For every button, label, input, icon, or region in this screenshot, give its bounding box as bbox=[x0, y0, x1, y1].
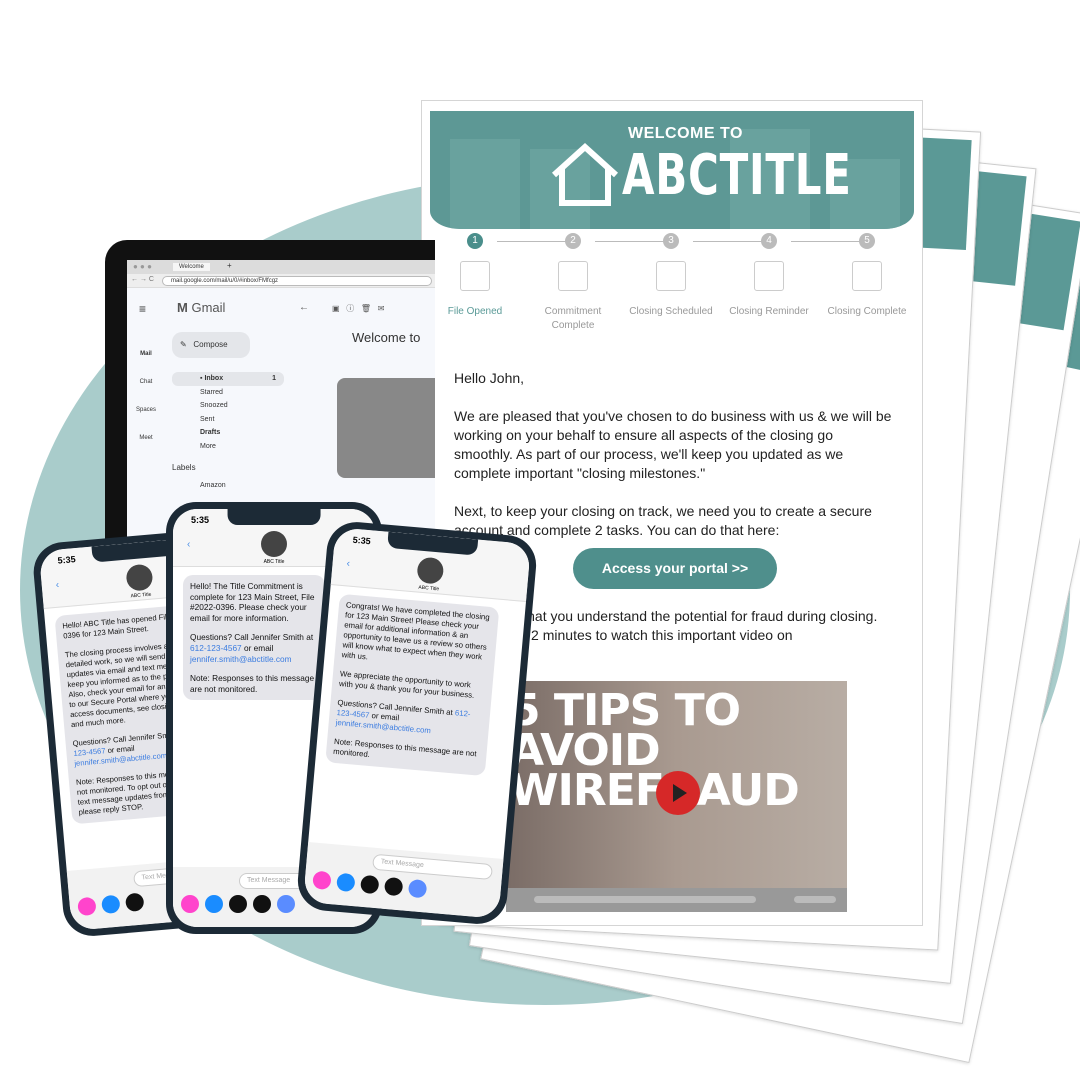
side-rail[interactable]: Mail Chat Spaces Meet bbox=[135, 340, 157, 452]
toolbar-icons[interactable]: ▣ ⓘ 🗑 ✉ bbox=[332, 303, 384, 314]
labels-heading: Labels bbox=[172, 463, 196, 472]
email-subject: Welcome to bbox=[352, 330, 421, 345]
step-file-opened: 1 File Opened bbox=[447, 233, 503, 317]
text-message-input[interactable]: Text Message bbox=[372, 853, 493, 881]
checkbox-icon bbox=[852, 261, 882, 291]
gmail-window: ● ● ● Welcome + ← → Cmail.google.com/mail/… bbox=[127, 260, 435, 540]
menu-icon[interactable]: ≡ bbox=[139, 302, 146, 316]
step-closing-reminder: 4 Closing Reminder bbox=[729, 233, 809, 317]
envelope-icon bbox=[460, 261, 490, 291]
message-bubble: Hello! The Title Commitment is complete … bbox=[183, 575, 325, 701]
calendar-star-icon bbox=[656, 261, 686, 291]
compose-button[interactable]: ✎ Compose bbox=[172, 332, 250, 358]
folder-starred: Starred bbox=[200, 388, 223, 396]
address-bar[interactable]: mail.google.com/mail/u/0/#inbox/FMfcgz bbox=[162, 276, 432, 286]
email-body: Hello John, We are pleased that you've c… bbox=[454, 369, 894, 559]
document-search-icon bbox=[558, 261, 588, 291]
folder-sent: Sent bbox=[200, 415, 215, 423]
access-portal-button[interactable]: Access your portal >> bbox=[573, 548, 777, 589]
back-icon[interactable]: ← bbox=[299, 302, 309, 313]
contact-avatar bbox=[261, 531, 287, 557]
step-closing-scheduled: 3 Closing Scheduled bbox=[629, 233, 713, 317]
label-amazon: Amazon bbox=[200, 481, 226, 489]
welcome-heading: WELCOME TO bbox=[628, 125, 743, 142]
browser-tab[interactable]: Welcome bbox=[173, 263, 210, 271]
message-bubble: Congrats! We have completed the closing … bbox=[325, 593, 500, 777]
house-logo-icon bbox=[551, 142, 619, 206]
email-banner-preview bbox=[337, 378, 435, 478]
step-closing-complete: 5 Closing Complete bbox=[827, 233, 907, 317]
new-tab-icon[interactable]: + bbox=[227, 261, 232, 270]
fraud-video-thumbnail[interactable]: 5 TIPS TO AVOID WIREFRAUD bbox=[506, 681, 847, 912]
status-time: 5:35 bbox=[352, 534, 372, 547]
folder-drafts: Drafts bbox=[200, 429, 221, 436]
folder-snoozed: Snoozed bbox=[200, 402, 228, 409]
folder-list[interactable]: ▪ Inbox 1 Starred Snoozed Sent Drafts Mor… bbox=[172, 372, 284, 492]
milestone-tracker: 1 File Opened 2 Commitment Complete 3 Closi… bbox=[442, 233, 912, 343]
brand-name: ABCTITLE bbox=[622, 143, 852, 208]
portal-paragraph: Next, to keep your closing on track, we … bbox=[454, 503, 872, 538]
laptop: ● ● ● Welcome + ← → Cmail.google.com/mail/… bbox=[105, 240, 435, 540]
phone-closing-complete: 5:35 ‹ ABC Title Congrats! We have comple… bbox=[295, 519, 539, 927]
greeting: Hello John, bbox=[454, 370, 525, 386]
folder-more: More bbox=[200, 442, 216, 450]
intro-paragraph: We are pleased that you've chosen to do … bbox=[454, 408, 892, 481]
folder-inbox: ▪ Inbox 1 bbox=[172, 372, 284, 386]
gmail-logo: M Gmail bbox=[177, 300, 226, 315]
play-icon[interactable] bbox=[656, 771, 700, 815]
calendar-alarm-icon bbox=[754, 261, 784, 291]
back-icon[interactable]: ‹ bbox=[187, 539, 190, 550]
email-banner: WELCOME TO ABCTITLE bbox=[430, 111, 914, 229]
video-progress-bar[interactable] bbox=[506, 888, 847, 912]
step-commitment-complete: 2 Commitment Complete bbox=[544, 233, 602, 331]
